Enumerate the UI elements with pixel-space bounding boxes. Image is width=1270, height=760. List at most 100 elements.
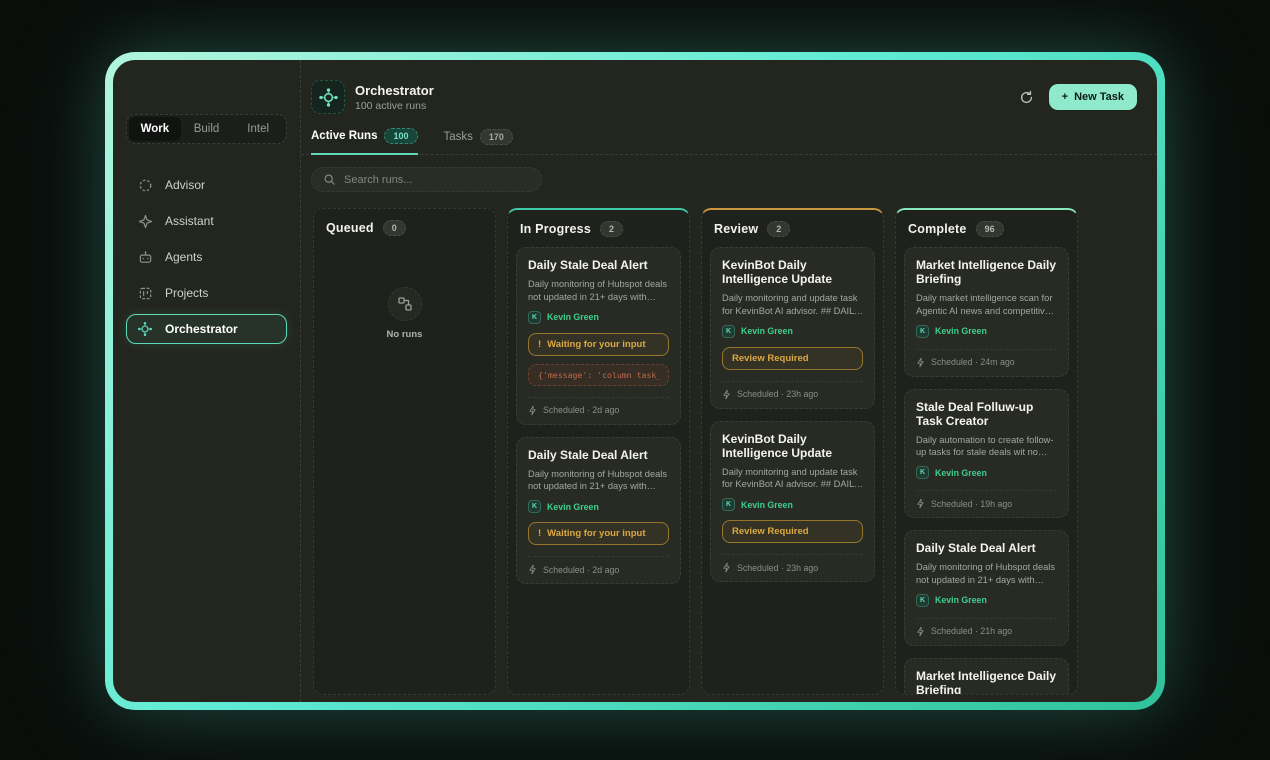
header-actions: + New Task <box>1019 84 1137 110</box>
assignee-name: Kevin Green <box>935 326 987 336</box>
column-count-badge: 2 <box>767 221 790 237</box>
page-background: Work Build Intel Advisor <box>0 0 1270 760</box>
card-footer: Scheduled · 2d ago <box>528 397 669 416</box>
card-description: Daily monitoring and update task for Kev… <box>722 466 863 492</box>
card-title: KevinBot Daily Intelligence Update <box>722 258 863 286</box>
tab-build[interactable]: Build <box>181 117 233 141</box>
column-count-badge: 2 <box>600 221 623 237</box>
main-content: Orchestrator 100 active runs + New Task <box>301 60 1157 702</box>
advisor-icon <box>137 177 153 193</box>
sidebar-item-advisor[interactable]: Advisor <box>126 170 287 200</box>
column-title: Review <box>714 222 758 236</box>
search-input[interactable] <box>344 174 530 186</box>
sidebar-item-label: Advisor <box>165 178 205 192</box>
column-complete: Complete 96 Market Intelligence Daily Br… <box>895 208 1078 695</box>
card-list: Market Intelligence Daily Briefing Daily… <box>896 246 1077 694</box>
sidebar-item-label: Assistant <box>165 214 214 228</box>
avatar: K <box>722 325 735 338</box>
refresh-icon <box>1019 90 1034 105</box>
app-window-frame: Work Build Intel Advisor <box>105 52 1165 710</box>
run-card[interactable]: Market Intelligence Daily Briefing Daily… <box>904 658 1069 694</box>
page-title: Orchestrator <box>355 83 434 98</box>
tab-work[interactable]: Work <box>129 117 181 141</box>
column-header: Queued 0 <box>314 209 495 245</box>
card-list: KevinBot Daily Intelligence Update Daily… <box>702 246 883 590</box>
tab-tasks[interactable]: Tasks 170 <box>444 128 513 154</box>
bolt-icon <box>916 357 925 368</box>
sidebar: Work Build Intel Advisor <box>113 60 301 702</box>
column-header: Review 2 <box>702 210 883 246</box>
workflow-icon <box>388 287 422 321</box>
card-description: Daily monitoring and update task for Kev… <box>722 292 863 318</box>
column-count-badge: 0 <box>383 220 406 236</box>
status-pill-waiting[interactable]: ! Waiting for your input <box>528 522 669 545</box>
sidebar-nav: Advisor Assistant Agents <box>126 170 287 344</box>
status-pill-review[interactable]: Review Required <box>722 520 863 543</box>
status-pill-review[interactable]: Review Required <box>722 347 863 370</box>
card-title: Daily Stale Deal Alert <box>528 448 669 462</box>
sidebar-item-assistant[interactable]: Assistant <box>126 206 287 236</box>
run-card[interactable]: Daily Stale Deal Alert Daily monitoring … <box>516 247 681 425</box>
card-footer: Scheduled · 21h ago <box>916 618 1057 637</box>
avatar: K <box>528 311 541 324</box>
search-icon <box>323 173 336 186</box>
sidebar-item-agents[interactable]: Agents <box>126 242 287 272</box>
card-footer: Scheduled · 2d ago <box>528 556 669 575</box>
kanban-icon <box>137 285 153 301</box>
card-description: Daily monitoring of Hubspot deals not up… <box>528 468 669 494</box>
assignee: K Kevin Green <box>916 325 1057 338</box>
error-pill[interactable]: {'message': 'column task_agents.agent_na… <box>528 364 669 386</box>
card-description: Daily automation to create follow-up tas… <box>916 434 1057 460</box>
assignee-name: Kevin Green <box>547 502 599 512</box>
assignee-name: Kevin Green <box>741 326 793 336</box>
assignee-name: Kevin Green <box>547 312 599 322</box>
sparkle-icon <box>137 213 153 229</box>
workspace-switcher: Work Build Intel <box>126 114 287 144</box>
run-card[interactable]: KevinBot Daily Intelligence Update Daily… <box>710 421 875 583</box>
assignee-name: Kevin Green <box>935 595 987 605</box>
page-subtitle: 100 active runs <box>355 100 434 112</box>
empty-state: No runs <box>314 287 495 340</box>
bolt-icon <box>722 389 731 400</box>
assignee: K Kevin Green <box>916 594 1057 607</box>
assignee: K Kevin Green <box>722 498 863 511</box>
status-pill-waiting[interactable]: ! Waiting for your input <box>528 333 669 356</box>
avatar: K <box>916 594 929 607</box>
column-title: In Progress <box>520 222 591 236</box>
bolt-icon <box>916 626 925 637</box>
bolt-icon <box>528 564 537 575</box>
assignee: K Kevin Green <box>528 311 669 324</box>
avatar: K <box>722 498 735 511</box>
avatar: K <box>528 500 541 513</box>
alert-icon: ! <box>538 528 541 539</box>
run-card[interactable]: Stale Deal Folluw-up Task Creator Daily … <box>904 389 1069 519</box>
title-stack: Orchestrator 100 active runs <box>355 83 434 112</box>
sidebar-item-projects[interactable]: Projects <box>126 278 287 308</box>
new-task-button[interactable]: + New Task <box>1049 84 1137 110</box>
empty-label: No runs <box>387 329 423 340</box>
orchestrator-logo-icon <box>311 80 345 114</box>
card-title: Daily Stale Deal Alert <box>528 258 669 272</box>
card-title: KevinBot Daily Intelligence Update <box>722 432 863 460</box>
card-description: Daily monitoring of Hubspot deals not up… <box>916 561 1057 587</box>
tab-intel[interactable]: Intel <box>232 117 284 141</box>
run-card[interactable]: Daily Stale Deal Alert Daily monitoring … <box>904 530 1069 646</box>
plus-icon: + <box>1062 91 1068 103</box>
card-title: Daily Stale Deal Alert <box>916 541 1057 555</box>
bolt-icon <box>916 498 925 509</box>
run-card[interactable]: Market Intelligence Daily Briefing Daily… <box>904 247 1069 377</box>
active-runs-count-badge: 100 <box>384 128 417 144</box>
assignee-name: Kevin Green <box>741 500 793 510</box>
assignee: K Kevin Green <box>528 500 669 513</box>
avatar: K <box>916 466 929 479</box>
assignee-name: Kevin Green <box>935 468 987 478</box>
sidebar-item-label: Projects <box>165 286 208 300</box>
tab-active-runs[interactable]: Active Runs 100 <box>311 128 418 155</box>
refresh-button[interactable] <box>1019 90 1034 105</box>
run-card[interactable]: Daily Stale Deal Alert Daily monitoring … <box>516 437 681 585</box>
runs-tabbar: Active Runs 100 Tasks 170 <box>301 128 1157 155</box>
run-card[interactable]: KevinBot Daily Intelligence Update Daily… <box>710 247 875 409</box>
sidebar-item-orchestrator[interactable]: Orchestrator <box>126 314 287 344</box>
column-review: Review 2 KevinBot Daily Intelligence Upd… <box>701 208 884 695</box>
column-in-progress: In Progress 2 Daily Stale Deal Alert Dai… <box>507 208 690 695</box>
